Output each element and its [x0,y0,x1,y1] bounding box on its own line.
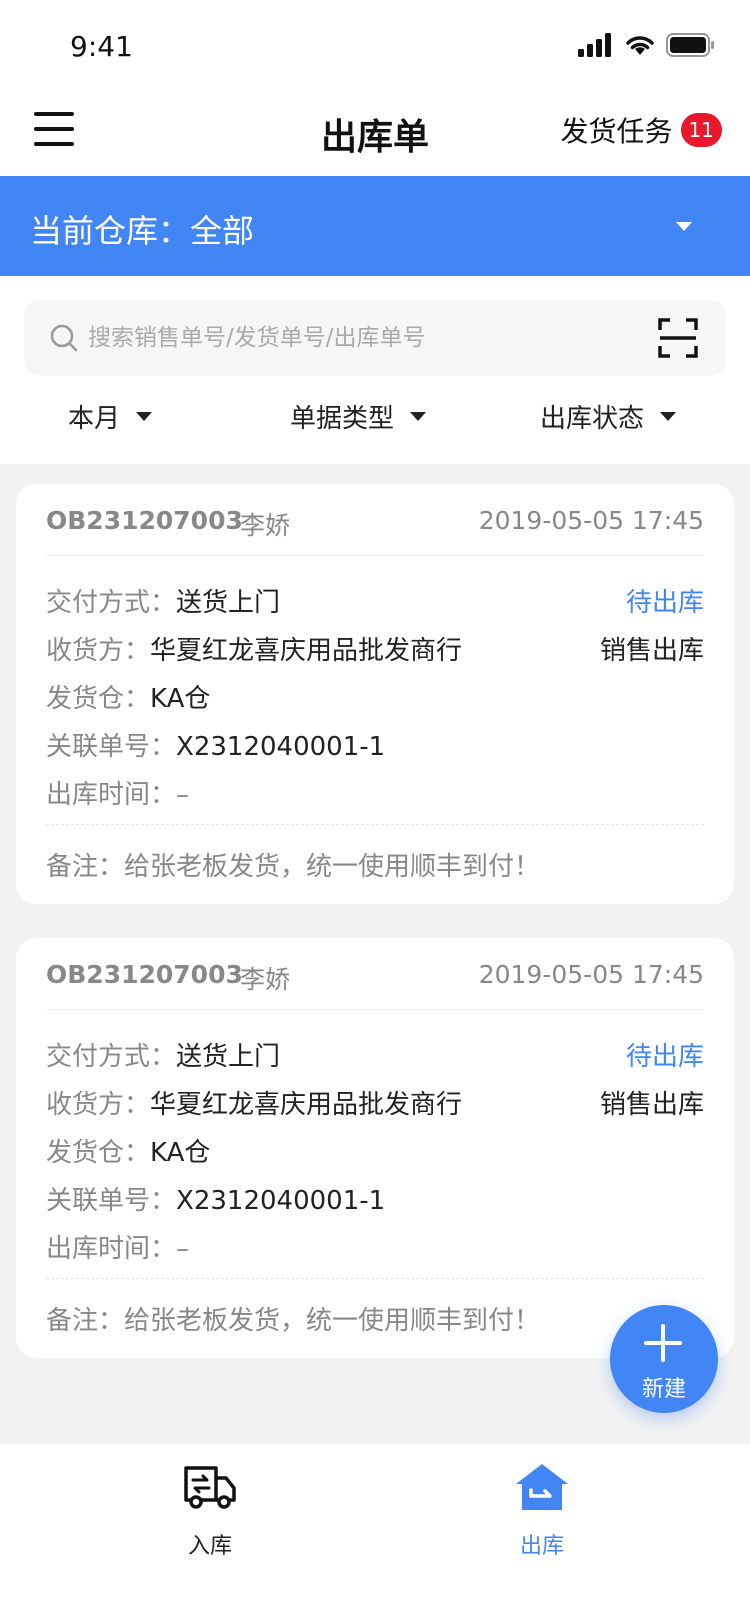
search-icon [50,324,78,352]
delivery-label: 交付方式： [46,588,177,618]
caret-down-icon [660,412,677,421]
shipping-task-label: 发货任务 [560,115,673,148]
related-row: 关联单号：X2312040001-1 [46,726,704,766]
filter-document-type[interactable]: 单据类型 [290,398,427,435]
delivery-row: 交付方式：送货上门 待出库 [46,1036,704,1076]
card-divider [46,824,704,825]
battery-icon [666,33,714,57]
delivery-value: 送货上门 [176,1042,281,1072]
tab-outbound[interactable]: 出库 [482,1460,602,1560]
order-person: 李娇 [240,511,291,540]
delivery-row: 交付方式：送货上门 待出库 [46,582,704,622]
receiver-row: 收货方：华夏红龙喜庆用品批发商行 销售出库 [46,630,704,670]
status-bar: 9:41 [0,0,750,96]
warehouse-value: KA仓 [150,1138,211,1168]
truck-icon [184,1466,236,1509]
receiver-row: 收货方：华夏红龙喜庆用品批发商行 销售出库 [46,1084,704,1124]
related-value: X2312040001-1 [176,732,386,762]
warehouse-label: 当前仓库：全部 [30,212,255,250]
order-id: OB231207003 [46,506,243,535]
caret-down-icon [676,222,692,231]
receiver-value: 华夏红龙喜庆用品批发商行 [150,636,463,666]
status-icons [578,32,716,58]
out-time-row: 出库时间：– [46,774,704,814]
filter-label: 出库状态 [540,404,645,434]
order-card[interactable]: OB231207003 李娇 2019-05-05 17:45 交付方式：送货上… [16,484,734,904]
warehouse-selector[interactable]: 当前仓库：全部 [0,176,750,276]
related-row: 关联单号：X2312040001-1 [46,1180,704,1220]
out-time-value: – [176,780,190,810]
order-type: 销售出库 [599,636,704,666]
status-badge: 待出库 [625,588,704,618]
tab-outbound-label: 出库 [519,1534,564,1559]
warehouse-out-icon [516,1464,568,1510]
plus-icon [644,1324,682,1362]
search-section: 本月 单据类型 出库状态 [0,276,750,464]
search-input[interactable] [88,300,648,376]
delivery-label: 交付方式： [46,1042,177,1072]
order-time: 2019-05-05 17:45 [478,960,704,989]
filter-label: 本月 [68,404,121,434]
out-time-label: 出库时间： [46,780,177,810]
tab-inbound[interactable]: 入库 [150,1460,270,1560]
new-order-label: 新建 [641,1377,686,1402]
related-value: X2312040001-1 [176,1186,386,1216]
tab-bar: 入库 出库 [0,1444,750,1624]
out-time-value: – [176,1234,190,1264]
receiver-label: 收货方： [46,636,151,666]
filter-outbound-status[interactable]: 出库状态 [540,398,677,435]
out-time-label: 出库时间： [46,1234,177,1264]
shipping-task-badge: 11 [680,113,722,147]
filter-period[interactable]: 本月 [68,398,153,435]
shipping-task-button[interactable]: 发货任务 11 [561,110,722,150]
warehouse-label: 发货仓： [46,684,151,714]
related-label: 关联单号： [46,732,177,762]
warehouse-row: 发货仓：KA仓 [46,678,704,718]
warehouse-label: 发货仓： [46,1138,151,1168]
delivery-value: 送货上门 [176,588,281,618]
order-id: OB231207003 [46,960,243,989]
card-divider [46,1278,704,1279]
warehouse-row: 发货仓：KA仓 [46,1132,704,1172]
order-person: 李娇 [240,965,291,994]
receiver-label: 收货方： [46,1090,151,1120]
signal-icon [578,33,611,57]
card-header: OB231207003 李娇 2019-05-05 17:45 [46,960,704,1010]
search-box [24,300,726,376]
caret-down-icon [136,412,153,421]
card-header: OB231207003 李娇 2019-05-05 17:45 [46,506,704,556]
filter-row: 本月 单据类型 出库状态 [0,388,750,452]
order-note: 备注：给张老板发货，统一使用顺丰到付！ [46,1306,541,1336]
header: 出库单 发货任务 11 [0,96,750,176]
related-label: 关联单号： [46,1186,177,1216]
warehouse-value: KA仓 [150,684,211,714]
caret-down-icon [410,412,427,421]
out-time-row: 出库时间：– [46,1228,704,1268]
status-time: 9:41 [70,30,133,63]
status-badge: 待出库 [625,1042,704,1072]
order-card[interactable]: OB231207003 李娇 2019-05-05 17:45 交付方式：送货上… [16,938,734,1358]
filter-label: 单据类型 [290,404,395,434]
wifi-icon [626,36,654,55]
tab-inbound-label: 入库 [187,1534,232,1559]
receiver-value: 华夏红龙喜庆用品批发商行 [150,1090,463,1120]
new-order-button[interactable]: 新建 [610,1305,718,1413]
order-type: 销售出库 [599,1090,704,1120]
order-note: 备注：给张老板发货，统一使用顺丰到付！ [46,852,541,882]
order-time: 2019-05-05 17:45 [478,506,704,535]
scan-icon[interactable] [658,318,698,358]
